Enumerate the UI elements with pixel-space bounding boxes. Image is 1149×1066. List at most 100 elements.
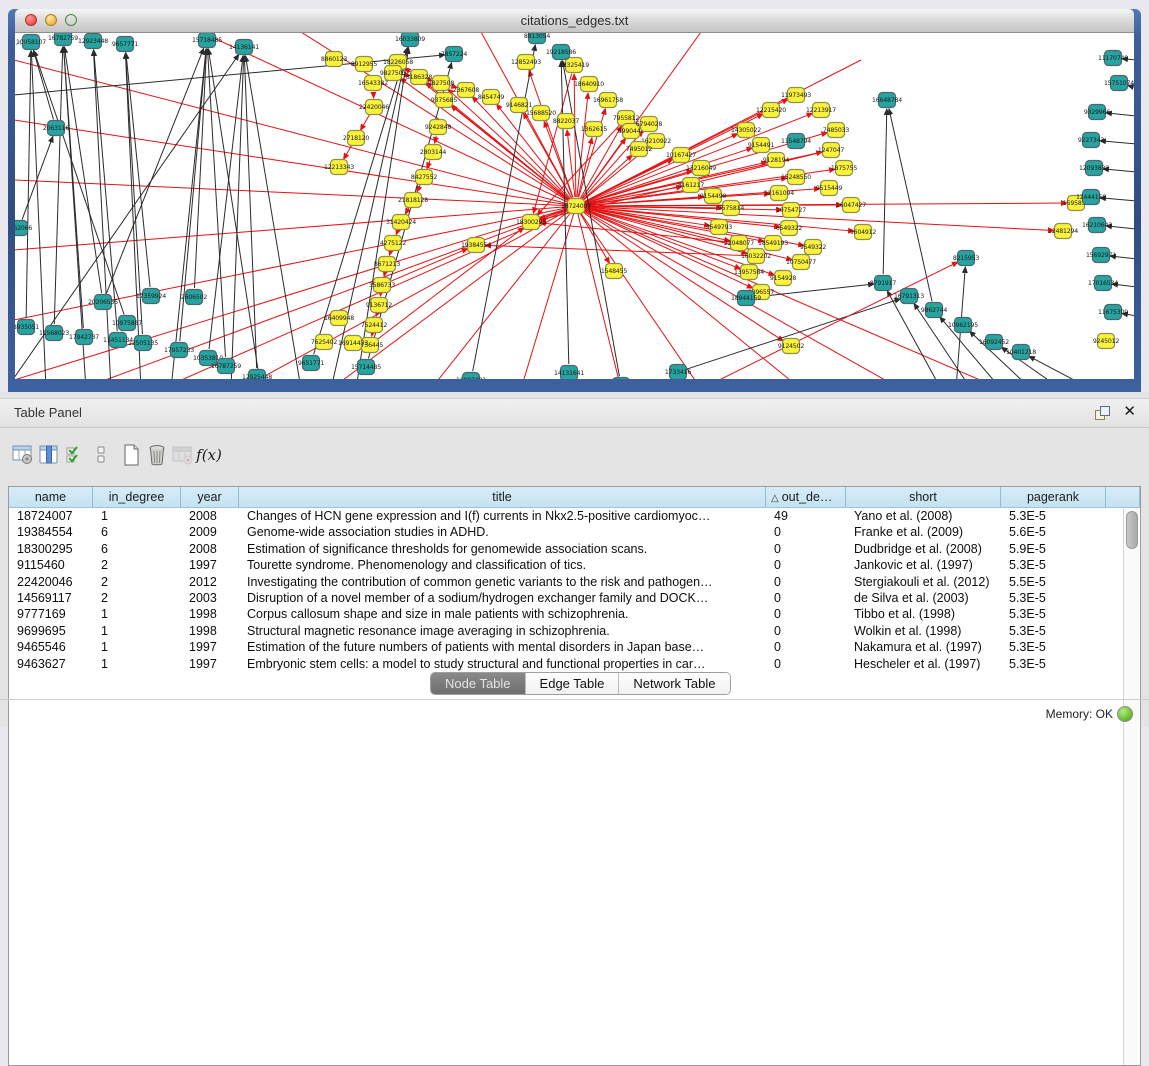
graph-node-16409948[interactable]: 16409948: [324, 311, 354, 326]
graph-node-9604912[interactable]: 9604912: [850, 225, 876, 240]
graph-node-11170748[interactable]: 11170748: [1098, 51, 1128, 66]
cell-name[interactable]: 19384554: [9, 524, 93, 540]
cell-year[interactable]: 1997: [181, 639, 239, 655]
cell-pagerank[interactable]: 5.5E-5: [1001, 574, 1106, 590]
graph-node-1247047[interactable]: 1247047: [818, 143, 844, 158]
cell-pagerank[interactable]: 5.3E-5: [1001, 639, 1106, 655]
network-canvas[interactable]: 1872400718226058891295588601239827503818…: [15, 33, 1134, 379]
graph-node-8161217[interactable]: 8161217: [678, 178, 704, 193]
cell-pagerank[interactable]: 5.3E-5: [1001, 606, 1106, 622]
graph-node-21818128[interactable]: 21818128: [398, 193, 428, 208]
cell-short[interactable]: Wolkin et al. (1998): [846, 623, 1001, 639]
cell-out_de…[interactable]: 0: [766, 574, 846, 590]
graph-node-15248550[interactable]: 15248550: [781, 170, 811, 185]
column-header-out_de…[interactable]: △out_de…: [766, 487, 846, 508]
column-header-short[interactable]: short: [846, 487, 1001, 508]
cell-short[interactable]: Yano et al. (2008): [846, 508, 1001, 524]
cell-short[interactable]: Hescheler et al. (1997): [846, 656, 1001, 672]
graph-node-8215953[interactable]: 8215953: [953, 251, 979, 266]
cell-pagerank[interactable]: 5.9E-5: [1001, 541, 1106, 557]
cell-title[interactable]: Disruption of a novel member of a sodium…: [239, 590, 766, 606]
network-window[interactable]: citations_edges.txt 18724007182260588912…: [8, 9, 1141, 392]
delete-column-icon[interactable]: [144, 442, 170, 468]
column-checklist-icon[interactable]: [62, 442, 88, 468]
table-row[interactable]: 1872400712008Changes of HCN gene express…: [9, 508, 1140, 524]
cell-short[interactable]: de Silva et al. (2003): [846, 590, 1001, 606]
table-row[interactable]: 946362711997Embryonic stem cells: a mode…: [9, 656, 1140, 672]
tab-network-table[interactable]: Network Table: [619, 673, 729, 694]
cell-in_degree[interactable]: 1: [93, 623, 181, 639]
graph-node-8813054[interactable]: 8813054: [524, 33, 550, 44]
network-window-titlebar[interactable]: citations_edges.txt: [15, 9, 1134, 33]
cell-title[interactable]: Investigating the contribution of common…: [239, 574, 766, 590]
cell-in_degree[interactable]: 6: [93, 524, 181, 540]
cell-title[interactable]: Genome-wide association studies in ADHD.: [239, 524, 766, 540]
graph-node-7485033[interactable]: 7485033: [823, 123, 849, 138]
cell-short[interactable]: Franke et al. (2009): [846, 524, 1001, 540]
resize-grip-icon[interactable]: [15, 33, 28, 46]
graph-node-9154490[interactable]: 9154490: [700, 189, 726, 204]
graph-node-12925448[interactable]: 12925448: [242, 370, 272, 380]
graph-node-14136141[interactable]: 14136141: [229, 40, 259, 55]
graph-node-6549322[interactable]: 6549322: [776, 221, 802, 236]
table-row[interactable]: 977716911998Corpus callosum shape and si…: [9, 606, 1140, 622]
graph-node-9651771[interactable]: 9651771: [298, 356, 324, 371]
cell-in_degree[interactable]: 2: [93, 590, 181, 606]
graph-node-13216049[interactable]: 13216049: [686, 161, 716, 176]
graph-node-11675309[interactable]: 11675309: [1098, 305, 1128, 320]
cell-pagerank[interactable]: 5.3E-5: [1001, 590, 1106, 606]
graph-node-12923448[interactable]: 12923448: [78, 34, 108, 49]
graph-node-17016534[interactable]: 17016534: [1088, 276, 1118, 291]
table-row[interactable]: 1456911722003Disruption of a novel membe…: [9, 590, 1140, 606]
graph-node-9242848[interactable]: 9242848: [425, 120, 451, 135]
graph-node-8454749[interactable]: 8454749: [478, 90, 504, 105]
cell-title[interactable]: Tourette syndrome. Phenomenology and cla…: [239, 557, 766, 573]
graph-node-1733416[interactable]: 1733416: [665, 365, 691, 380]
cell-name[interactable]: 22420046: [9, 574, 93, 590]
graph-node-17942737[interactable]: 17942737: [69, 330, 99, 345]
float-window-icon[interactable]: [1095, 406, 1109, 420]
graph-node-10750477[interactable]: 10750477: [786, 255, 816, 270]
cell-year[interactable]: 2008: [181, 508, 239, 524]
graph-node-12093832[interactable]: 12093832: [1079, 161, 1109, 176]
graph-node-12213343[interactable]: 12213343: [324, 160, 354, 175]
table-row[interactable]: 2242004622012Investigating the contribut…: [9, 574, 1140, 590]
function-builder-icon[interactable]: f(x): [196, 442, 222, 468]
cell-short[interactable]: Jankovic et al. (1997): [846, 557, 1001, 573]
graph-node-8791917[interactable]: 8791917: [870, 276, 896, 291]
graph-node-2606502[interactable]: 2606502: [181, 290, 207, 305]
cell-in_degree[interactable]: 1: [93, 606, 181, 622]
cell-pagerank[interactable]: 5.3E-5: [1001, 656, 1106, 672]
column-chooser-icon[interactable]: [36, 442, 62, 468]
column-header-filler[interactable]: [1106, 487, 1140, 508]
graph-node-7857224[interactable]: 7857224: [441, 47, 467, 62]
cell-out_de…[interactable]: 0: [766, 656, 846, 672]
cell-name[interactable]: 18300295: [9, 541, 93, 557]
table-row[interactable]: 1830029562008Estimation of significance …: [9, 541, 1140, 557]
vertical-scrollbar[interactable]: [1123, 509, 1139, 1065]
graph-node-9862066[interactable]: 9862066: [15, 221, 32, 236]
cell-name[interactable]: 9699695: [9, 623, 93, 639]
cell-title[interactable]: Embryonic stem cells: a model to study s…: [239, 656, 766, 672]
graph-node-8427552[interactable]: 8427552: [411, 170, 437, 185]
cell-name[interactable]: 9777169: [9, 606, 93, 622]
graph-node-9124502[interactable]: 9124502: [778, 339, 804, 354]
cell-out_de…[interactable]: 0: [766, 557, 846, 573]
graph-node-16961758[interactable]: 16961758: [593, 93, 623, 108]
table-settings-icon[interactable]: [10, 442, 36, 468]
graph-node-9227343[interactable]: 9227343: [1078, 133, 1104, 148]
graph-node-16543382[interactable]: 16543382: [358, 76, 388, 91]
cell-name[interactable]: 18724007: [9, 508, 93, 524]
graph-node-18640910[interactable]: 18640910: [574, 77, 604, 92]
cell-short[interactable]: Tibbo et al. (1998): [846, 606, 1001, 622]
cell-in_degree[interactable]: 2: [93, 557, 181, 573]
graph-node-18549193[interactable]: 18549193: [758, 236, 788, 251]
graph-node-9862744[interactable]: 9862744: [921, 303, 947, 318]
graph-node-9657771[interactable]: 9657771: [112, 37, 138, 52]
graph-node-16791313[interactable]: 16791313: [894, 289, 924, 304]
tab-node-table[interactable]: Node Table: [431, 673, 526, 694]
graph-node-2718120[interactable]: 2718120: [343, 131, 369, 146]
cell-pagerank[interactable]: 5.3E-5: [1001, 508, 1106, 524]
cell-title[interactable]: Estimation of the future numbers of pati…: [239, 639, 766, 655]
cell-pagerank[interactable]: 5.3E-5: [1001, 557, 1106, 573]
